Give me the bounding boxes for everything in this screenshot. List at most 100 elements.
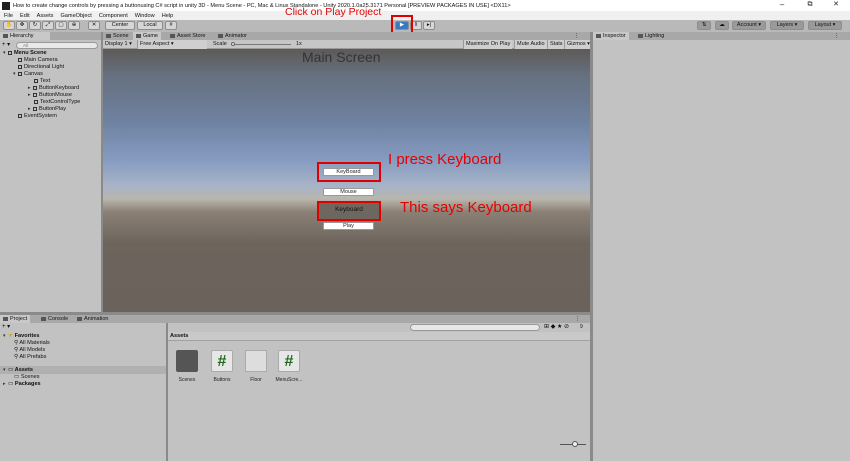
asset-item[interactable]: Floor [242, 350, 270, 383]
stats-toggle[interactable]: Stats [547, 40, 565, 49]
hierarchy-item[interactable]: Text [34, 78, 50, 84]
tab-lighting[interactable]: Lighting [635, 32, 667, 40]
thumbnail-size-handle[interactable] [572, 441, 578, 447]
tree-item-packages[interactable]: ▸ ▭ Packages [3, 381, 41, 387]
gameobject-icon [34, 99, 38, 104]
keyboard-highlight-box [317, 162, 381, 182]
move-tool-button[interactable]: ✥ [16, 21, 28, 30]
tree-item-favorites[interactable]: ▾ ★ Favorites [3, 333, 39, 339]
tab-animation[interactable]: Animation [74, 315, 111, 323]
tab-menu-icon[interactable]: ⋮ [831, 32, 843, 40]
gameobject-icon [33, 92, 37, 97]
asset-count: 9 [580, 324, 583, 330]
menu-gameobject[interactable]: GameObject [60, 13, 91, 19]
gameobject-icon [18, 71, 22, 76]
tree-item-assets[interactable]: ▾ ▭ Assets [3, 367, 33, 373]
project-create-button[interactable]: + ▾ [2, 323, 10, 330]
pivot-toggle[interactable]: Center [105, 21, 135, 30]
menu-component[interactable]: Component [99, 13, 128, 19]
tree-item-all-models[interactable]: ⚲ All Models [14, 347, 45, 353]
hierarchy-search-input[interactable]: All [16, 42, 98, 49]
tab-project[interactable]: Project [0, 315, 31, 323]
minimize-button[interactable]: – [768, 0, 796, 11]
hierarchy-item[interactable]: Directional Light [18, 64, 64, 70]
tab-animator[interactable]: Animator [215, 32, 250, 40]
tab-asset-store[interactable]: Asset Store [167, 32, 208, 40]
rect-icon: ▢ [58, 22, 64, 28]
tab-game[interactable]: Game [133, 32, 161, 40]
cloud-icon: ☁ [719, 22, 725, 28]
scale-slider-handle[interactable] [231, 42, 235, 46]
scale-icon: ⤢ [45, 22, 51, 28]
tree-item-all-prefabs[interactable]: ⚲ All Prefabs [14, 354, 46, 360]
folder-icon [176, 350, 198, 372]
scale-tool-button[interactable]: ⤢ [42, 21, 54, 30]
asset-item[interactable]: # Buttons [208, 350, 236, 383]
hierarchy-item[interactable]: ▸ ButtonPlay [28, 106, 66, 112]
play-game-button[interactable]: Play [323, 222, 374, 230]
display-dropdown[interactable]: Display 1 ▾ [105, 40, 132, 49]
hierarchy-item[interactable]: Main Camera [18, 57, 58, 63]
tab-scene[interactable]: Scene [103, 32, 132, 40]
search-icon: ⚲ [14, 354, 19, 360]
project-search-input[interactable] [410, 324, 540, 331]
list-icon [3, 33, 8, 38]
step-button[interactable]: ▸| [423, 21, 435, 30]
tab-hierarchy[interactable]: Hierarchy [0, 32, 50, 40]
gameobject-icon [18, 57, 22, 62]
says-keyboard-annotation: This says Keyboard [400, 199, 532, 216]
menu-help[interactable]: Help [162, 13, 174, 19]
maximize-on-play-toggle[interactable]: Maximize On Play [463, 40, 513, 49]
hierarchy-item[interactable]: EventSystem [18, 113, 57, 119]
layout-dropdown[interactable]: Layout ▾ [808, 21, 842, 30]
snap-button[interactable]: # [165, 21, 177, 30]
hierarchy-item[interactable]: ▸ ButtonMouse [28, 92, 72, 98]
material-icon [245, 350, 267, 372]
tab-console[interactable]: Console [38, 315, 71, 323]
main-toolbar: ✋ ✥ ↻ ⤢ ▢ ⊕ ✕ Center Local # ▶ ‖ ▸| ⇅ ☁ … [0, 20, 850, 32]
space-toggle[interactable]: Local [137, 21, 163, 30]
filter-icon[interactable]: ⊞ ◆ ★ ⊘ [544, 323, 569, 330]
close-button[interactable]: ✕ [822, 0, 850, 11]
hierarchy-item[interactable]: ▾ Menu Scene [3, 50, 47, 56]
console-icon [41, 316, 46, 321]
maximize-button[interactable]: ⧉ [796, 0, 824, 11]
hierarchy-item[interactable]: TextControlType [34, 99, 80, 105]
project-panel: + ▾ ⊞ ◆ ★ ⊘ 9 ▾ ★ Favorites ⚲ All Materia… [0, 323, 590, 461]
panel-divider[interactable] [166, 323, 168, 461]
game-view[interactable]: Main Screen KeyBoard Mouse Keyboard Play [103, 49, 590, 312]
menu-assets[interactable]: Assets [37, 13, 54, 19]
breadcrumb[interactable]: Assets [170, 333, 188, 339]
menu-edit[interactable]: Edit [20, 13, 30, 19]
rotate-tool-button[interactable]: ↻ [29, 21, 41, 30]
gizmos-dropdown[interactable]: Gizmos ▾ [564, 40, 592, 49]
create-button[interactable]: + ▾ [2, 41, 10, 48]
hierarchy-item[interactable]: ▾ Canvas [13, 71, 43, 77]
menu-file[interactable]: File [4, 13, 13, 19]
scale-label: Scale [213, 41, 227, 47]
hierarchy-item[interactable]: ▸ ButtonKeyboard [28, 85, 79, 91]
rect-tool-button[interactable]: ▢ [55, 21, 67, 30]
inspector-panel: Inspector Lighting ⋮ [593, 32, 850, 461]
aspect-dropdown[interactable]: Free Aspect ▾ [137, 40, 207, 49]
tab-menu-icon[interactable]: ⋮ [571, 32, 583, 40]
mouse-button[interactable]: Mouse [323, 188, 374, 196]
tree-item-all-materials[interactable]: ⚲ All Materials [14, 340, 50, 346]
hand-tool-button[interactable]: ✋ [3, 21, 15, 30]
asset-item[interactable]: # MenuScre... [274, 350, 304, 383]
transform-tool-button[interactable]: ⊕ [68, 21, 80, 30]
tree-item-scenes[interactable]: ▭ Scenes [14, 374, 40, 380]
center-tabbar: Scene Game Asset Store Animator ⋮ [103, 32, 590, 40]
cloud-button[interactable]: ☁ [715, 21, 729, 30]
tab-menu-icon[interactable]: ⋮ [572, 315, 584, 323]
collab-button[interactable]: ⇅ [697, 21, 711, 30]
layers-dropdown[interactable]: Layers ▾ [770, 21, 804, 30]
search-icon: ⚲ [14, 347, 19, 353]
asset-item[interactable]: Scenes [174, 350, 200, 383]
account-dropdown[interactable]: Account ▾ [732, 21, 766, 30]
menu-window[interactable]: Window [135, 13, 155, 19]
scale-slider[interactable] [231, 40, 291, 49]
custom-tool-button[interactable]: ✕ [88, 21, 100, 30]
mute-audio-toggle[interactable]: Mute Audio [514, 40, 547, 49]
tab-inspector[interactable]: Inspector [593, 32, 629, 40]
